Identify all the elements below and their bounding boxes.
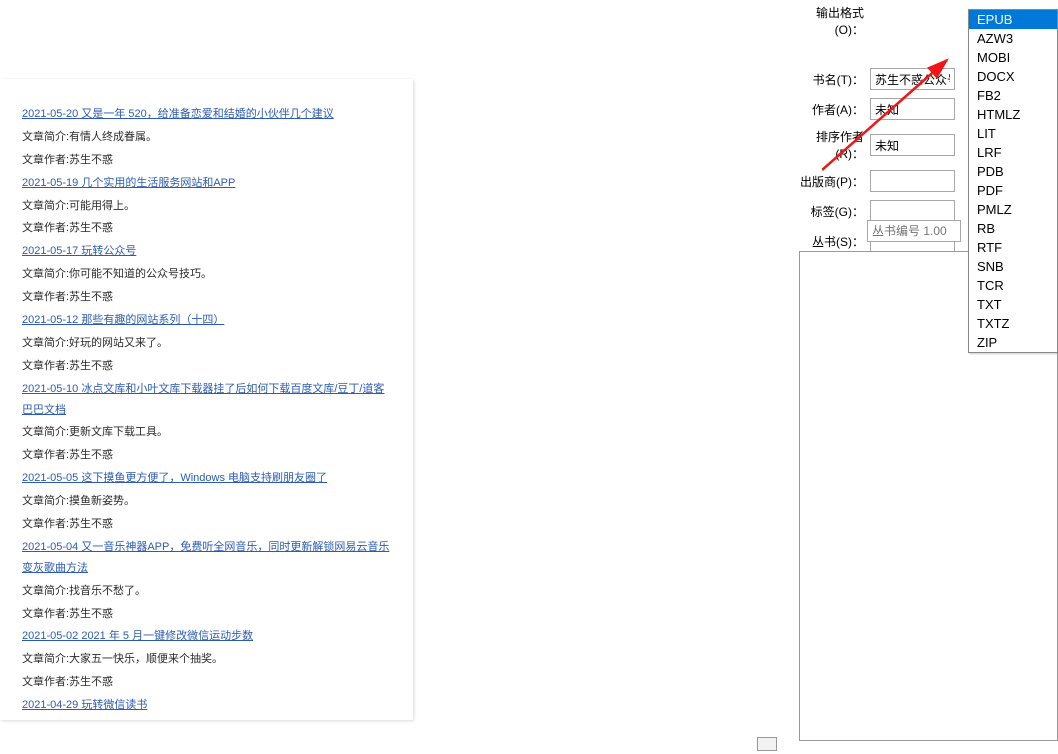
dropdown-item-pdf[interactable]: PDF — [969, 181, 1057, 200]
output-format-dropdown[interactable]: EPUBAZW3MOBIDOCXFB2HTMLZLITLRFPDBPDFPMLZ… — [968, 9, 1058, 353]
article-intro: 文章简介:找音乐不愁了。 — [22, 581, 391, 602]
article-link[interactable]: 2021-05-19 几个实用的生活服务网站和APP — [22, 173, 391, 194]
article-link[interactable]: 2021-05-04 又一音乐神器APP，免费听全网音乐，同时更新解锁网易云音乐… — [22, 537, 391, 579]
article-intro: 文章简介:大家五一快乐，顺便来个抽奖。 — [22, 649, 391, 670]
dropdown-item-tcr[interactable]: TCR — [969, 276, 1057, 295]
article-author: 文章作者:苏生不惑 — [22, 356, 391, 377]
output-format-label: 输出格式(O)： — [788, 4, 870, 38]
sort-author-input[interactable] — [870, 134, 955, 156]
dropdown-item-htmlz[interactable]: HTMLZ — [969, 105, 1057, 124]
title-input[interactable] — [870, 68, 955, 90]
article-intro: 文章简介:有情人终成眷属。 — [22, 127, 391, 148]
article-author: 文章作者:苏生不惑 — [22, 150, 391, 171]
sort-author-label: 排序作者(R)： — [788, 128, 870, 162]
tags-label: 标签(G)： — [788, 203, 870, 220]
dropdown-item-pmlz[interactable]: PMLZ — [969, 200, 1057, 219]
dropdown-item-rb[interactable]: RB — [969, 219, 1057, 238]
article-intro: 文章简介:好玩的网站又来了。 — [22, 333, 391, 354]
series-number-input[interactable] — [867, 220, 961, 242]
article-link[interactable]: 2021-05-12 那些有趣的网站系列（十四） — [22, 310, 391, 331]
dropdown-item-mobi[interactable]: MOBI — [969, 48, 1057, 67]
article-author: 文章作者:苏生不惑 — [22, 287, 391, 308]
article-author: 文章作者:苏生不惑 — [22, 218, 391, 239]
article-link[interactable]: 2021-05-17 玩转公众号 — [22, 241, 391, 262]
title-label: 书名(T)： — [788, 71, 870, 88]
dropdown-item-epub[interactable]: EPUB — [969, 10, 1057, 29]
publisher-input[interactable] — [870, 170, 955, 192]
tags-input[interactable] — [870, 200, 955, 222]
dropdown-item-docx[interactable]: DOCX — [969, 67, 1057, 86]
small-toolbar-button[interactable] — [757, 737, 777, 751]
author-input[interactable] — [870, 98, 955, 120]
dropdown-item-azw3[interactable]: AZW3 — [969, 29, 1057, 48]
series-label: 丛书(S)： — [788, 233, 870, 250]
dropdown-item-txt[interactable]: TXT — [969, 295, 1057, 314]
article-intro: 文章简介:可能用得上。 — [22, 196, 391, 217]
article-author: 文章作者:苏生不惑 — [22, 514, 391, 535]
dropdown-item-lrf[interactable]: LRF — [969, 143, 1057, 162]
article-link[interactable]: 2021-05-05 这下摸鱼更方便了，Windows 电脑支持刷朋友圈了 — [22, 468, 391, 489]
article-link[interactable]: 2021-04-29 玩转微信读书 — [22, 695, 391, 716]
article-intro: 文章简介:你可能不知道的公众号技巧。 — [22, 264, 391, 285]
article-link[interactable]: 2021-05-02 2021 年 5 月一键修改微信运动步数 — [22, 626, 391, 647]
article-intro: 文章简介:摸鱼新姿势。 — [22, 491, 391, 512]
article-author: 文章作者:苏生不惑 — [22, 445, 391, 466]
dropdown-item-txtz[interactable]: TXTZ — [969, 314, 1057, 333]
dropdown-item-pdb[interactable]: PDB — [969, 162, 1057, 181]
article-link[interactable]: 2021-05-10 冰点文库和小叶文库下载器挂了后如何下载百度文库/豆丁/道客… — [22, 379, 391, 421]
dropdown-item-zip[interactable]: ZIP — [969, 333, 1057, 352]
dropdown-item-lit[interactable]: LIT — [969, 124, 1057, 143]
author-label: 作者(A)： — [788, 101, 870, 118]
dropdown-item-snb[interactable]: SNB — [969, 257, 1057, 276]
dropdown-item-fb2[interactable]: FB2 — [969, 86, 1057, 105]
article-author: 文章作者:苏生不惑 — [22, 672, 391, 693]
article-link[interactable]: 2021-05-20 又是一年 520，给准备恋爱和结婚的小伙伴几个建议 — [22, 104, 391, 125]
publisher-label: 出版商(P)： — [788, 173, 870, 190]
article-intro: 文章简介:重看《明朝那些事儿》 — [22, 718, 391, 720]
dropdown-item-rtf[interactable]: RTF — [969, 238, 1057, 257]
article-author: 文章作者:苏生不惑 — [22, 604, 391, 625]
article-list-panel: 2021-05-20 又是一年 520，给准备恋爱和结婚的小伙伴几个建议文章简介… — [0, 79, 413, 720]
article-intro: 文章简介:更新文库下载工具。 — [22, 422, 391, 443]
